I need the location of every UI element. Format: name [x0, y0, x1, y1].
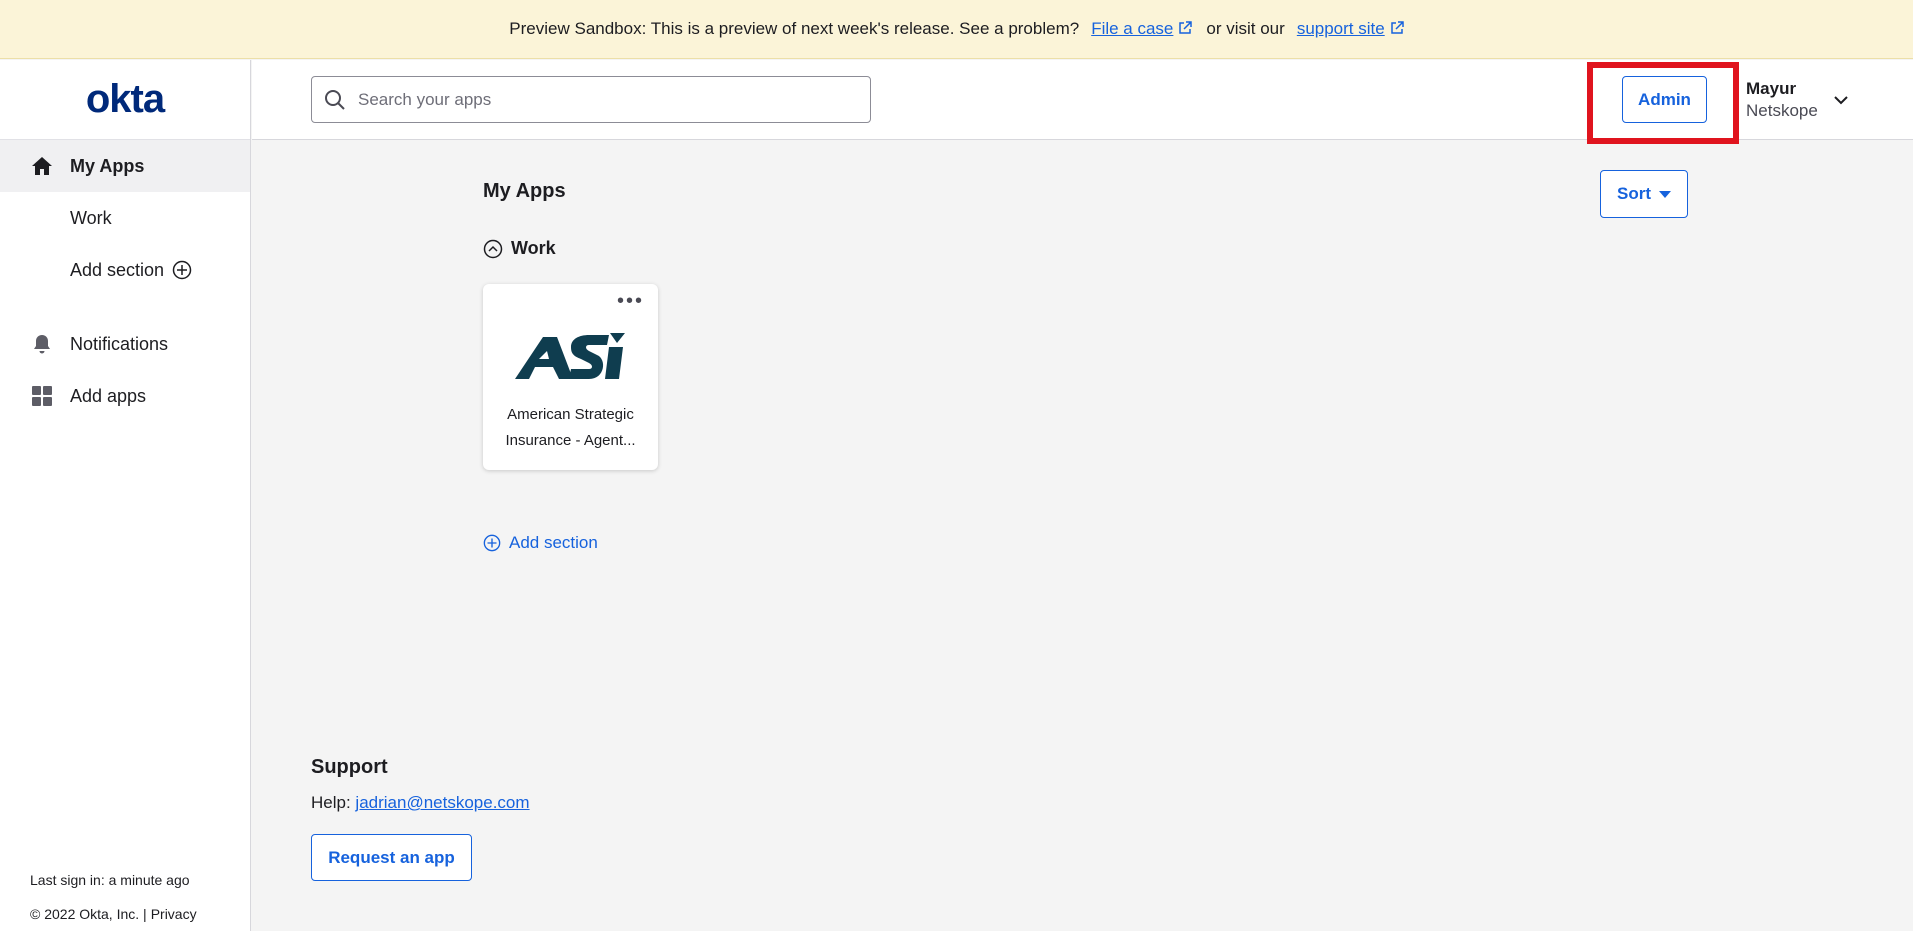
- sort-label: Sort: [1617, 184, 1651, 203]
- user-org: Netskope: [1746, 100, 1818, 120]
- sidebar-item-work[interactable]: Work: [0, 192, 250, 244]
- last-sign-in: Last sign in: a minute ago: [30, 872, 190, 888]
- sidebar-item-add-section[interactable]: Add section: [0, 244, 250, 296]
- user-name: Mayur: [1746, 78, 1797, 98]
- search-icon: [325, 89, 345, 110]
- plus-circle-icon: [483, 534, 501, 552]
- external-link-icon: [1179, 21, 1193, 34]
- request-app-button[interactable]: Request an app: [311, 834, 472, 881]
- user-menu[interactable]: Mayur Netskope: [1746, 76, 1850, 123]
- home-icon: [30, 154, 54, 178]
- logo-area: okta: [0, 60, 250, 140]
- more-options-icon[interactable]: •••: [617, 291, 644, 311]
- add-section-label: Add section: [509, 533, 598, 552]
- preview-banner: Preview Sandbox: This is a preview of ne…: [0, 0, 1913, 59]
- sidebar-item-label: Notifications: [70, 333, 169, 354]
- app-tile[interactable]: ••• American Strategic Insurance - Agent…: [483, 284, 658, 470]
- top-header: Admin Mayur Netskope: [252, 60, 1913, 144]
- sidebar-item-label: My Apps: [70, 155, 145, 176]
- copyright: © 2022 Okta, Inc. | Privacy: [30, 906, 197, 922]
- asi-app-logo: [515, 333, 625, 379]
- support-help: Help: jadrian@netskope.com: [311, 793, 530, 812]
- plus-circle-icon: [172, 260, 192, 280]
- sidebar-footer: Last sign in: a minute ago © 2022 Okta, …: [30, 863, 197, 931]
- banner-middle-text: or visit our: [1206, 19, 1285, 38]
- admin-button[interactable]: Admin: [1622, 76, 1707, 123]
- add-section-button[interactable]: Add section: [483, 533, 598, 553]
- support-site-link[interactable]: support site: [1297, 19, 1404, 39]
- help-email-link[interactable]: jadrian@netskope.com: [355, 793, 529, 812]
- caret-down-icon: [1659, 190, 1671, 198]
- chevron-down-icon[interactable]: [1832, 91, 1850, 109]
- sidebar-item-label: Add section: [70, 259, 165, 280]
- okta-logo[interactable]: okta: [86, 77, 165, 122]
- user-info: Mayur Netskope: [1746, 78, 1818, 122]
- sort-button[interactable]: Sort: [1600, 170, 1688, 218]
- sidebar-item-add-apps[interactable]: Add apps: [0, 370, 250, 422]
- chevron-up-circle-icon: [483, 239, 503, 258]
- sidebar-item-notifications[interactable]: Notifications: [0, 318, 250, 370]
- sidebar: okta My Apps Work Add section Notificati…: [0, 60, 251, 931]
- external-link-icon: [1390, 21, 1404, 34]
- sidebar-item-label: Add apps: [70, 385, 147, 406]
- search-input[interactable]: [356, 88, 856, 111]
- support-title: Support: [311, 756, 388, 778]
- sidebar-item-label: Work: [70, 207, 112, 228]
- sidebar-item-my-apps[interactable]: My Apps: [0, 140, 250, 192]
- section-toggle-work[interactable]: Work: [483, 238, 556, 259]
- file-a-case-link[interactable]: File a case: [1091, 19, 1193, 39]
- page-title: My Apps: [483, 180, 566, 202]
- search-box[interactable]: [311, 76, 871, 123]
- app-name: American Strategic Insurance - Agent...: [505, 406, 636, 449]
- grid-icon: [30, 384, 54, 408]
- bell-icon: [30, 332, 54, 356]
- banner-text: Preview Sandbox: This is a preview of ne…: [509, 19, 1080, 38]
- section-title: Work: [511, 238, 556, 258]
- privacy-link[interactable]: Privacy: [151, 906, 197, 922]
